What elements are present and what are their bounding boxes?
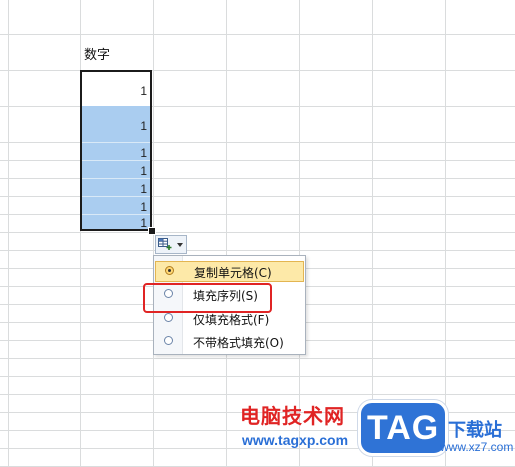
spreadsheet-grid[interactable]: [0, 0, 515, 467]
tag-logo: TAG: [358, 400, 448, 456]
grid-line: [0, 106, 515, 107]
row-separator: [82, 196, 150, 197]
cell-value[interactable]: 1: [140, 119, 147, 133]
row-separator: [82, 160, 150, 161]
radio-checked-icon: [165, 266, 174, 275]
annotation-highlight-box: [143, 283, 272, 313]
grid-line: [0, 214, 515, 215]
grid-line: [0, 196, 515, 197]
grid-line: [0, 232, 515, 233]
radio-icon: [164, 313, 173, 322]
row-separator: [82, 142, 150, 143]
menu-item-label: 仅填充格式(F): [193, 313, 270, 327]
grid-line: [0, 358, 515, 359]
grid-line: [0, 394, 515, 395]
tag-logo-text: TAG: [367, 409, 440, 447]
fill-handle[interactable]: [148, 227, 156, 235]
autofill-options-icon: [158, 238, 172, 250]
cell-value[interactable]: 1: [140, 200, 147, 214]
menu-item-label: 不带格式填充(O): [193, 336, 284, 350]
grid-line: [0, 376, 515, 377]
row-separator: [82, 214, 150, 215]
cell-value[interactable]: 1: [140, 182, 147, 196]
grid-line: [0, 178, 515, 179]
chevron-down-icon: [177, 243, 183, 247]
grid-line: [0, 70, 515, 71]
grid-line: [0, 142, 515, 143]
grid-line: [0, 34, 515, 35]
row-separator: [82, 178, 150, 179]
watermark-brand: 电脑技术网: [240, 404, 345, 428]
watermark-url: www.tagxp.com: [242, 432, 349, 448]
radio-icon: [164, 336, 173, 345]
grid-line: [0, 250, 515, 251]
selected-range[interactable]: 1 1 1 1 1 1 1: [80, 70, 152, 231]
menu-item-label: 复制单元格(C): [194, 266, 272, 280]
grid-line: [0, 160, 515, 161]
watermark-side-text: 下载站: [448, 420, 502, 441]
column-header-cell[interactable]: 数字: [84, 44, 110, 63]
cell-value[interactable]: 1: [140, 216, 147, 230]
cell-value[interactable]: 1: [140, 84, 147, 98]
menu-item-fill-without-formatting[interactable]: 不带格式填充(O): [155, 332, 304, 353]
menu-item-copy-cells[interactable]: 复制单元格(C): [155, 261, 304, 282]
auto-fill-options-button[interactable]: [155, 235, 187, 254]
cell-value[interactable]: 1: [140, 164, 147, 178]
watermark-side-url: www.xz7.com: [440, 440, 514, 454]
cell-value[interactable]: 1: [140, 146, 147, 160]
